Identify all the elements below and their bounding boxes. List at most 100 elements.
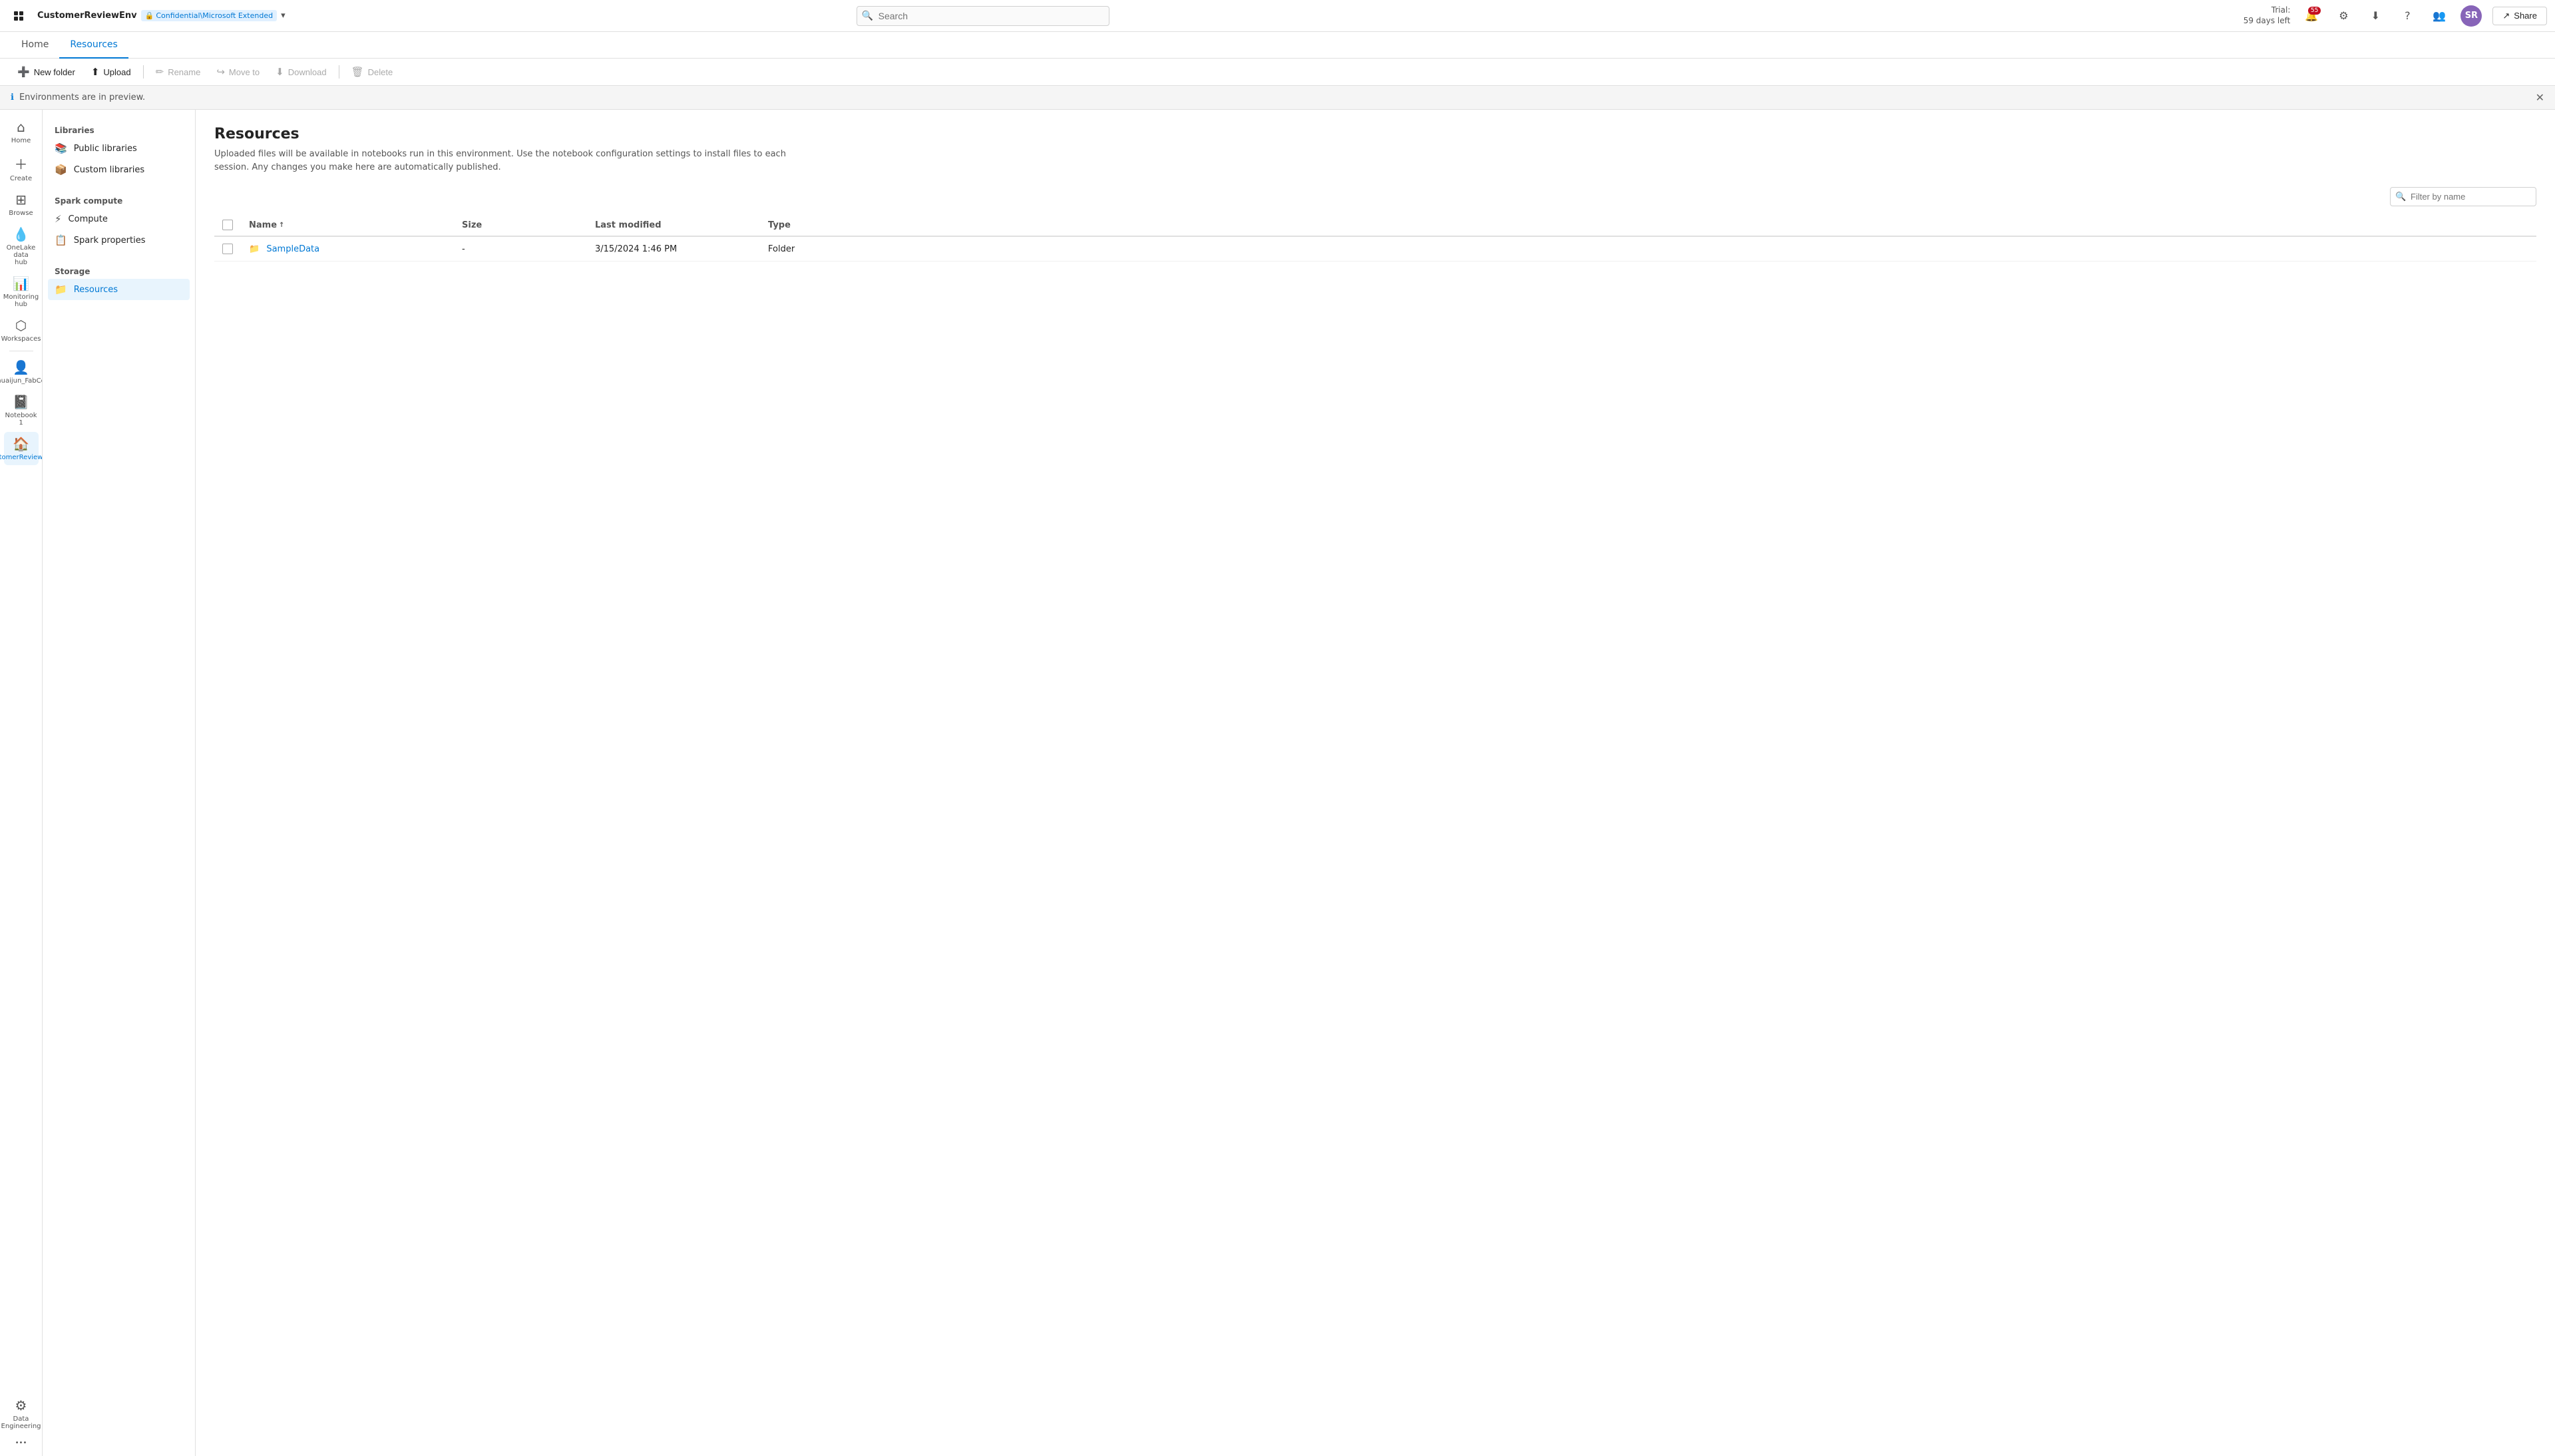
notifications-button[interactable]: 🔔 55	[2301, 5, 2322, 27]
banner-message: Environments are in preview.	[19, 92, 145, 102]
settings-button[interactable]: ⚙	[2333, 5, 2354, 27]
col-type: Type	[760, 214, 2536, 236]
col-name-label: Name	[249, 220, 277, 230]
col-name[interactable]: Name ↑	[241, 214, 454, 236]
share-people-button[interactable]: 👥	[2429, 5, 2450, 27]
sidebar-item-label: Browse	[9, 210, 33, 217]
customerenv-icon: 🏠	[13, 436, 29, 452]
col-type-label: Type	[768, 220, 791, 230]
filter-input[interactable]	[2390, 187, 2536, 206]
compute-icon: ⚡	[55, 213, 62, 225]
new-folder-button[interactable]: ➕ New folder	[11, 63, 82, 81]
row-checkbox[interactable]	[222, 244, 233, 254]
table-header-row: Name ↑ Size Last modified Type	[214, 214, 2536, 236]
sidebar-item-label: Monitoring hub	[3, 293, 39, 308]
col-modified-label: Last modified	[595, 220, 662, 230]
sidebar-item-public-libraries-label: Public libraries	[74, 144, 137, 154]
sidebar-item-public-libraries[interactable]: 📚 Public libraries	[48, 138, 190, 159]
sidebar-item-resources-label: Resources	[74, 285, 118, 295]
new-folder-icon: ➕	[17, 66, 30, 78]
data-engineering-icon: ⚙	[15, 1397, 27, 1413]
folder-link[interactable]: SampleData	[266, 244, 319, 254]
download-label: Download	[288, 67, 327, 77]
sidebar-item-resources[interactable]: 📁 Resources	[48, 279, 190, 300]
table-row: 📁 SampleData - 3/15/2024 1:46 PM Folder	[214, 236, 2536, 262]
sidebar-item-label: Workspaces	[1, 335, 41, 343]
apps-icon[interactable]	[8, 5, 29, 27]
sidebar-item-label: OneLake data hub	[7, 244, 36, 266]
avatar[interactable]: SR	[2460, 5, 2482, 27]
select-all-col	[214, 214, 241, 236]
confidential-icon: 🔒	[145, 11, 154, 20]
move-to-icon: ↪	[216, 66, 225, 78]
topbar-right: Trial: 59 days left 🔔 55 ⚙ ⬇ ? 👥 SR ↗ Sh…	[2244, 5, 2547, 27]
col-size-label: Size	[462, 220, 482, 230]
banner-close-button[interactable]: ✕	[2536, 91, 2544, 104]
sidebar-item-custom-libraries[interactable]: 📦 Custom libraries	[48, 159, 190, 180]
filter-search-icon: 🔍	[2395, 192, 2406, 202]
tab-resources[interactable]: Resources	[59, 32, 128, 59]
sidebar-item-label: Home	[11, 137, 31, 144]
upload-button[interactable]: ⬆ Upload	[85, 63, 138, 81]
sidebar-item-shuaijun[interactable]: 👤 Shuaijun_FabCon	[4, 355, 39, 389]
env-dropdown-icon[interactable]: ▾	[281, 11, 286, 21]
icon-nav: ⌂ Home ＋ Create ⊞ Browse 💧 OneLake data …	[0, 110, 43, 1456]
page-title: Resources	[214, 126, 2536, 142]
home-icon: ⌂	[17, 119, 25, 135]
delete-button[interactable]: 🗑 Delete	[345, 63, 400, 81]
tab-home[interactable]: Home	[11, 32, 59, 59]
move-to-button[interactable]: ↪ Move to	[210, 63, 266, 81]
search-icon: 🔍	[862, 11, 873, 21]
rename-button[interactable]: ✏ Rename	[149, 63, 208, 81]
sidebar-item-customerenv[interactable]: 🏠 CustomerReviewEnv	[4, 432, 39, 465]
sidebar-item-label: Notebook 1	[5, 412, 37, 427]
new-folder-label: New folder	[34, 67, 75, 77]
sidebar-item-monitoring[interactable]: 📊 Monitoring hub	[4, 272, 39, 312]
folder-icon: 📁	[249, 244, 260, 254]
delete-icon: 🗑	[351, 66, 364, 78]
select-all-checkbox[interactable]	[222, 220, 233, 230]
custom-libraries-icon: 📦	[55, 164, 67, 176]
delete-label: Delete	[368, 67, 393, 77]
sidebar-item-notebook1[interactable]: 📓 Notebook 1	[4, 390, 39, 431]
share-label: Share	[2514, 11, 2537, 21]
topbar: CustomerReviewEnv 🔒 Confidential\Microso…	[0, 0, 2555, 32]
row-type-cell: Folder	[760, 236, 2536, 262]
create-icon: ＋	[15, 154, 28, 173]
share-button[interactable]: ↗ Share	[2492, 7, 2547, 25]
content-area: Resources Uploaded files will be availab…	[196, 110, 2555, 1456]
sidebar-item-data-engineering[interactable]: ⚙ Data Engineering	[4, 1393, 39, 1434]
page-description: Uploaded files will be available in note…	[214, 148, 813, 174]
main-layout: ⌂ Home ＋ Create ⊞ Browse 💧 OneLake data …	[0, 110, 2555, 1456]
sidebar-item-label: Data Engineering	[1, 1415, 41, 1430]
sidebar-item-label: Create	[10, 175, 32, 182]
side-panel: Libraries 📚 Public libraries 📦 Custom li…	[43, 110, 196, 1456]
more-items-button[interactable]: •••	[4, 1435, 39, 1451]
notif-count: 55	[2308, 7, 2321, 15]
download-toolbar-button[interactable]: ⬇ Download	[269, 63, 333, 81]
sidebar-item-home[interactable]: ⌂ Home	[4, 115, 39, 148]
more-icon: •••	[15, 1439, 27, 1447]
help-button[interactable]: ?	[2397, 5, 2418, 27]
brand-area: CustomerReviewEnv 🔒 Confidential\Microso…	[37, 10, 286, 21]
upload-label: Upload	[103, 67, 130, 77]
toolbar-separator-1	[143, 65, 144, 79]
sidebar-item-browse[interactable]: ⊞ Browse	[4, 188, 39, 221]
spark-properties-icon: 📋	[55, 234, 67, 246]
confidential-label: Confidential\Microsoft Extended	[156, 11, 273, 20]
download-button[interactable]: ⬇	[2365, 5, 2386, 27]
sidebar-item-spark-properties-label: Spark properties	[74, 236, 146, 246]
search-input[interactable]	[857, 6, 1109, 26]
monitoring-icon: 📊	[13, 275, 29, 291]
workspaces-icon: ⬡	[15, 317, 27, 333]
resources-icon: 📁	[55, 283, 67, 295]
share-icon: ↗	[2502, 11, 2510, 21]
resource-table: Name ↑ Size Last modified Type	[214, 214, 2536, 262]
sidebar-item-label: CustomerReviewEnv	[0, 454, 43, 461]
sidebar-item-workspaces[interactable]: ⬡ Workspaces	[4, 313, 39, 347]
sidebar-item-onelake[interactable]: 💧 OneLake data hub	[4, 222, 39, 270]
sidebar-item-spark-properties[interactable]: 📋 Spark properties	[48, 230, 190, 251]
public-libraries-icon: 📚	[55, 142, 67, 154]
sidebar-item-create[interactable]: ＋ Create	[4, 150, 39, 186]
sidebar-item-compute[interactable]: ⚡ Compute	[48, 208, 190, 230]
